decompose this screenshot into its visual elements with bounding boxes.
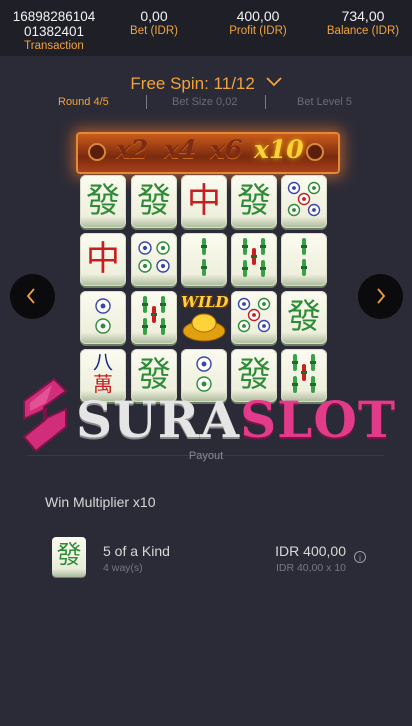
payline-calculation: IDR 40,00 x 10 — [275, 562, 346, 574]
tile-five-circles — [231, 291, 277, 344]
bet-stat: 0,00 Bet (IDR) — [112, 9, 196, 39]
multiplier-bar: x2 x4 x6 x10 — [76, 132, 340, 174]
suraslot-logo: SURASLOT — [16, 375, 396, 455]
four-bamboo-icon — [242, 238, 266, 277]
previous-button[interactable] — [10, 274, 55, 319]
two-circles-icon — [95, 298, 111, 334]
transaction-stat: 16898286104 01382401 Transaction — [0, 9, 108, 54]
fa-glyph: 發 — [237, 181, 271, 221]
tile-zhong: 中 — [181, 175, 227, 228]
reel-grid: 發中八萬發發中 WILD 發發發 — [80, 175, 332, 407]
fa-glyph: 發 — [287, 297, 321, 337]
chevron-left-icon — [26, 288, 35, 304]
payline-amount: IDR 400,00 — [275, 543, 346, 559]
logo-text-slot: SLOT — [240, 390, 397, 449]
tile-four-circles — [131, 233, 177, 286]
tile-two-circles — [80, 291, 126, 344]
four-circles-icon — [138, 241, 170, 273]
profit-label: Profit (IDR) — [229, 25, 287, 37]
five-circles-icon — [237, 297, 271, 333]
transaction-id-line2: 01382401 — [23, 24, 85, 39]
tile-four-bamboo — [131, 291, 177, 344]
profit-stat: 400,00 Profit (IDR) — [210, 9, 306, 39]
spin-details: Round 4/5 Bet Size 0,02 Bet Level 5 — [0, 95, 412, 110]
tile-fa: 發 — [231, 175, 277, 228]
multiplier-x10: x10 — [254, 135, 304, 164]
profit-value: 400,00 — [236, 8, 280, 24]
five-circles-icon — [287, 181, 321, 217]
fa-glyph: 發 — [137, 181, 171, 221]
transaction-id-line1: 16898286104 — [12, 9, 96, 24]
fa-glyph: 發 — [56, 540, 82, 569]
ornament-icon — [306, 143, 324, 161]
zhong-glyph: 中 — [187, 181, 221, 221]
payline-row: 發 5 of a Kind 4 way(s) IDR 400,00 IDR 40… — [52, 537, 372, 579]
round-indicator: Round 4/5 — [58, 96, 109, 108]
tile-five-circles — [281, 175, 327, 228]
multiplier-x4: x4 — [164, 135, 197, 164]
two-bamboo-icon — [201, 238, 207, 276]
balance-value: 734,00 — [341, 8, 385, 24]
payline-kind: 5 of a Kind — [103, 543, 170, 559]
multiplier-x2: x2 — [116, 135, 149, 164]
tile-fa: 發 — [131, 175, 177, 228]
chevron-down-icon — [265, 72, 282, 92]
fa-tile-icon: 發 — [52, 537, 86, 577]
header-bar: 16898286104 01382401 Transaction 0,00 Be… — [0, 0, 412, 56]
payout-label: Payout — [188, 450, 224, 462]
transaction-label: Transaction — [24, 40, 84, 52]
ornament-icon — [88, 143, 106, 161]
divider — [265, 95, 266, 109]
bet-size: Bet Size 0,02 — [172, 96, 238, 108]
info-icon[interactable]: i — [354, 551, 366, 563]
balance-label: Balance (IDR) — [326, 25, 400, 37]
eight-glyph: 八 — [93, 350, 113, 374]
fa-glyph: 發 — [86, 181, 120, 221]
tile-four-bamboo — [231, 233, 277, 286]
tile-zhong: 中 — [80, 233, 126, 286]
multiplier-x6: x6 — [210, 135, 243, 164]
bet-label: Bet (IDR) — [130, 25, 178, 37]
four-bamboo-icon — [142, 296, 166, 335]
bet-value: 0,00 — [140, 8, 168, 24]
tile-fa: 發 — [80, 175, 126, 228]
tile-wild: WILD — [181, 291, 229, 344]
win-multiplier: Win Multiplier x10 — [45, 494, 156, 510]
chevron-right-icon — [377, 288, 386, 304]
two-bamboo-icon — [301, 238, 307, 276]
zhong-glyph: 中 — [86, 239, 120, 279]
logo-text-sura: SURA — [76, 390, 241, 449]
tile-two-bamboo — [181, 233, 227, 286]
logo-mark-icon — [22, 377, 68, 453]
free-spin-label: Free Spin: 11/12 — [130, 74, 255, 93]
tile-fa: 發 — [281, 291, 327, 344]
wild-label: WILD — [181, 293, 229, 311]
tile-two-bamboo — [281, 233, 327, 286]
balance-stat: 734,00 Balance (IDR) — [318, 9, 408, 39]
logo-wordmark: SURASLOT — [76, 393, 396, 447]
free-spin-dropdown[interactable]: Free Spin: 11/12 — [0, 72, 412, 94]
next-button[interactable] — [358, 274, 403, 319]
bet-level: Bet Level 5 — [297, 96, 353, 108]
payline-ways: 4 way(s) — [103, 562, 143, 574]
divider — [146, 95, 147, 109]
